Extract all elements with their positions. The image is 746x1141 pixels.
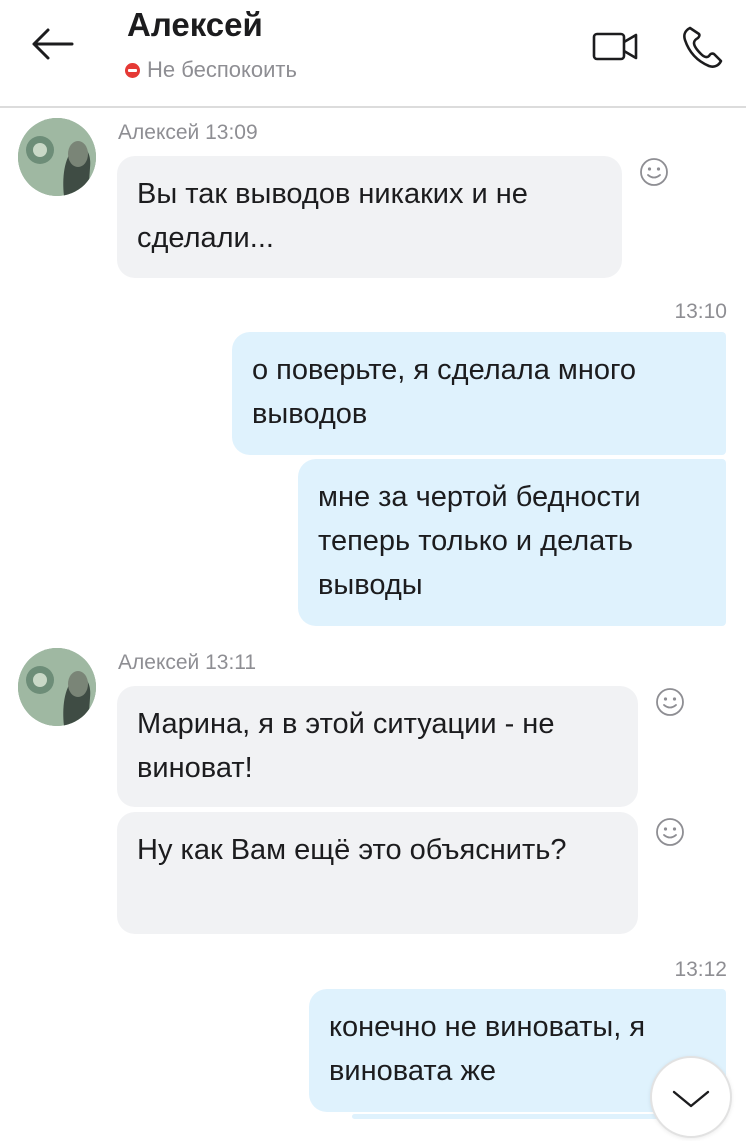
presence-status: Не беспокоить bbox=[125, 57, 297, 83]
message-time: 13:12 bbox=[674, 958, 727, 981]
video-call-icon[interactable] bbox=[590, 26, 642, 66]
add-reaction-icon[interactable] bbox=[655, 687, 685, 717]
message-bubble-outgoing[interactable]: о поверьте, я сделала много выводов bbox=[232, 332, 726, 455]
scroll-to-bottom-button[interactable] bbox=[650, 1056, 732, 1138]
back-arrow-icon[interactable] bbox=[28, 22, 78, 66]
message-bubble-incoming[interactable]: Вы так выводов никаких и не сделали... bbox=[117, 156, 622, 278]
avatar[interactable] bbox=[18, 648, 96, 726]
message-bubble-outgoing[interactable]: мне за чертой бедности теперь только и д… bbox=[298, 459, 726, 626]
contact-name[interactable]: Алексей bbox=[127, 6, 263, 44]
add-reaction-icon[interactable] bbox=[655, 817, 685, 847]
presence-status-label: Не беспокоить bbox=[147, 57, 297, 82]
chevron-down-icon bbox=[672, 1090, 710, 1108]
message-bubble-incoming[interactable]: Марина, я в этой ситуации - не виноват! bbox=[117, 686, 638, 807]
phone-call-icon[interactable] bbox=[680, 24, 724, 70]
do-not-disturb-icon bbox=[125, 62, 140, 78]
message-time: 13:10 bbox=[674, 300, 727, 323]
avatar-image bbox=[18, 118, 96, 196]
message-sender-time: Алексей 13:09 bbox=[118, 121, 258, 144]
message-bubble-incoming[interactable]: Ну как Вам ещё это объяснить? bbox=[117, 812, 638, 934]
chat-header: Алексей Не беспокоить bbox=[0, 0, 746, 108]
add-reaction-icon[interactable] bbox=[639, 157, 669, 187]
avatar[interactable] bbox=[18, 118, 96, 196]
avatar-image bbox=[18, 648, 96, 726]
message-sender-time: Алексей 13:11 bbox=[118, 651, 257, 674]
